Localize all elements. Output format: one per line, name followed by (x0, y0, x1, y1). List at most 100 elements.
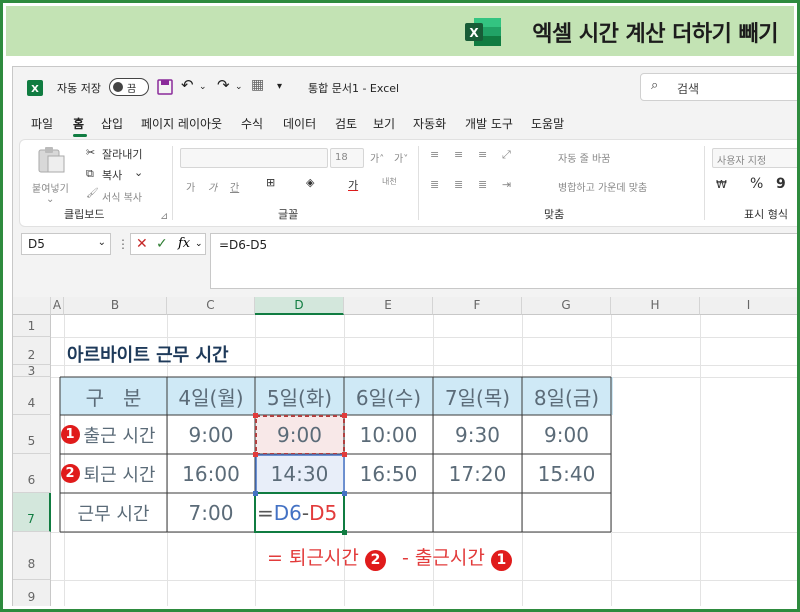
redo-dropdown-icon[interactable]: ⌄ (235, 82, 243, 92)
work-time-cell[interactable] (522, 493, 611, 532)
day-header[interactable]: 8일(금) (522, 377, 611, 415)
work-time-cell[interactable]: 7:00 (167, 493, 255, 532)
start-time-cell[interactable]: 10:00 (344, 415, 433, 454)
work-time-cell[interactable] (433, 493, 522, 532)
start-time-cell-d5[interactable]: 9:00 (255, 415, 344, 454)
tab-page-layout[interactable]: 페이지 레이아웃 (141, 115, 222, 132)
tab-help[interactable]: 도움말 (531, 115, 564, 132)
phonetic-button[interactable]: 내천 (382, 176, 397, 187)
day-header[interactable]: 4일(월) (167, 377, 255, 415)
comma-button[interactable]: 9 (776, 176, 786, 192)
tab-developer[interactable]: 개발 도구 (465, 115, 513, 132)
paste-icon[interactable] (36, 146, 66, 174)
bold-button[interactable]: 가 (186, 179, 195, 194)
copy-label[interactable]: 복사 (102, 167, 122, 183)
annotation-middle: - 출근시간 (395, 547, 485, 569)
align-top-icon[interactable]: ≡ (430, 148, 439, 161)
paste-dropdown-icon[interactable]: ⌄ (46, 194, 54, 205)
row-label-end[interactable]: 2 퇴근 시간 (49, 454, 167, 493)
start-time-cell[interactable]: 9:00 (167, 415, 255, 454)
formula-annotation: = 퇴근시간 2 - 출근시간 1 (267, 543, 516, 571)
align-center-icon[interactable]: ≣ (454, 178, 463, 191)
font-name-box[interactable] (180, 148, 328, 168)
copy-dropdown-icon[interactable]: ⌄ (134, 166, 143, 179)
annotation-badge-2: 2 (364, 550, 386, 571)
tab-home[interactable]: 홈 (73, 115, 84, 132)
tab-view[interactable]: 보기 (373, 115, 395, 132)
indent-icon[interactable]: ⇥ (502, 178, 511, 191)
start-time-cell[interactable]: 9:30 (433, 415, 522, 454)
name-box-dropdown-icon[interactable]: ⌄ (98, 237, 106, 248)
number-format-box[interactable]: 사용자 지정 (712, 148, 797, 168)
active-cell-d7[interactable]: = D6- D5 (255, 493, 344, 532)
undo-icon[interactable]: ↶ (181, 76, 194, 94)
work-time-cell[interactable] (344, 493, 433, 532)
end-time-cell[interactable]: 16:50 (344, 454, 433, 493)
tab-insert[interactable]: 삽입 (101, 115, 123, 132)
cancel-icon[interactable]: ✕ (136, 236, 148, 252)
end-time-cell[interactable]: 15:40 (522, 454, 611, 493)
cut-icon[interactable]: ✂ (86, 146, 95, 159)
header-label[interactable]: 구 분 (60, 377, 167, 415)
tab-data[interactable]: 데이터 (283, 115, 316, 132)
fill-color-icon[interactable]: ◈ (306, 176, 314, 189)
day-header[interactable]: 5일(화) (255, 377, 344, 415)
row-label-work[interactable]: 근무 시간 (60, 493, 167, 532)
align-left-icon[interactable]: ≣ (430, 178, 439, 191)
customize-qat-icon[interactable]: ▾ (277, 81, 282, 92)
redo-icon[interactable]: ↷ (217, 76, 230, 94)
save-icon[interactable] (157, 79, 173, 95)
badge-1: 1 (60, 425, 80, 444)
font-color-button[interactable]: 가 (348, 177, 358, 193)
insert-function-icon[interactable]: fx (178, 236, 190, 251)
name-box[interactable]: D5 ⌄ (21, 233, 111, 255)
end-time-cell[interactable]: 16:00 (167, 454, 255, 493)
number-group-label: 표시 형식 (744, 208, 788, 221)
svg-text:X: X (469, 26, 479, 40)
formula-input[interactable]: =D6-D5 (210, 233, 797, 289)
italic-button[interactable]: 가 (208, 179, 217, 194)
underline-button[interactable]: 간 (230, 179, 239, 194)
day-header[interactable]: 7일(목) (433, 377, 522, 415)
fx-dropdown-icon[interactable]: ⌄ (195, 239, 203, 249)
clipboard-launcher-icon[interactable]: ⊿ (160, 211, 168, 222)
form-icon[interactable]: ▦ (251, 77, 264, 93)
decrease-font-icon[interactable]: 가˅ (394, 150, 408, 165)
format-painter-label[interactable]: 서식 복사 (102, 189, 142, 204)
start-time-cell[interactable]: 9:00 (522, 415, 611, 454)
tab-review[interactable]: 검토 (335, 115, 357, 132)
autosave-toggle[interactable]: 끔 (109, 78, 149, 96)
end-time-cell-d6[interactable]: 14:30 (255, 454, 344, 493)
font-size-box[interactable]: 18 (330, 148, 364, 168)
more-options-icon[interactable]: ⋮ (117, 237, 129, 251)
undo-dropdown-icon[interactable]: ⌄ (199, 82, 207, 92)
search-box[interactable]: ⌕ 검색 (640, 73, 797, 101)
orientation-icon[interactable]: ⤢ (502, 148, 511, 162)
tab-file[interactable]: 파일 (31, 115, 53, 132)
merge-center-button[interactable]: 병합하고 가운데 맞춤 (558, 179, 647, 194)
formula-ref-d5: D5 (309, 500, 338, 525)
percent-button[interactable]: % (750, 176, 763, 192)
excel-logo-icon: X (465, 18, 501, 46)
cut-label[interactable]: 잘라내기 (102, 146, 142, 162)
number-format-value: 사용자 지정 (717, 156, 767, 167)
end-time-cell[interactable]: 17:20 (433, 454, 522, 493)
enter-icon[interactable]: ✓ (156, 236, 168, 252)
align-right-icon[interactable]: ≣ (478, 178, 487, 191)
paste-label[interactable]: 붙여넣기 (32, 180, 69, 195)
wrap-text-button[interactable]: 자동 줄 바꿈 (558, 150, 610, 165)
format-painter-icon[interactable]: 🖌 (86, 188, 99, 199)
clipboard-group-label: 클립보드 (64, 208, 105, 221)
tab-automate[interactable]: 자동화 (413, 115, 446, 132)
align-middle-icon[interactable]: ≡ (454, 148, 463, 161)
borders-icon[interactable]: ⊞ (266, 176, 275, 189)
copy-icon[interactable]: ⧉ (86, 167, 94, 181)
currency-icon[interactable]: ₩ (716, 178, 727, 191)
align-bottom-icon[interactable]: ≡ (478, 148, 487, 161)
day-header[interactable]: 6일(수) (344, 377, 433, 415)
font-group-label: 글꼴 (278, 208, 299, 221)
increase-font-icon[interactable]: 가˄ (370, 150, 384, 165)
row-label-start[interactable]: 1 출근 시간 (49, 415, 167, 454)
tab-formulas[interactable]: 수식 (241, 115, 263, 132)
formula-minus: - (301, 500, 310, 525)
